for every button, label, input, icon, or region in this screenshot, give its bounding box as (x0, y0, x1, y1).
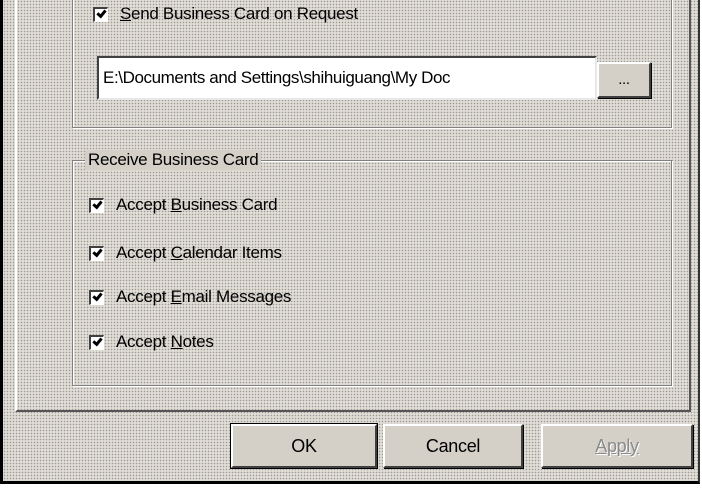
tab-page: Send Business Card on Request E:\Documen… (15, 0, 691, 412)
ok-button[interactable]: OK (230, 423, 378, 469)
check-icon (89, 245, 104, 261)
accept-notes-checkbox[interactable]: Accept Notes (89, 332, 214, 352)
accept-email-messages-checkbox[interactable]: Accept Email Messages (89, 287, 291, 307)
send-on-request-label: Send Business Card on Request (120, 4, 358, 23)
ok-label: OK (291, 435, 317, 456)
check-icon (93, 6, 108, 22)
apply-label: Apply (595, 435, 639, 456)
check-icon (89, 334, 104, 350)
browse-label: ... (618, 71, 630, 88)
check-icon (89, 289, 104, 305)
browse-button[interactable]: ... (597, 62, 651, 98)
cancel-label: Cancel (425, 435, 481, 456)
receive-group-title: Receive Business Card (85, 150, 262, 170)
accept-business-card-label: Accept Business Card (116, 195, 278, 214)
accept-calendar-items-label: Accept Calendar Items (116, 243, 282, 262)
properties-dialog: Send Business Card on Request E:\Documen… (0, 0, 700, 484)
apply-button[interactable]: Apply (541, 424, 693, 468)
accept-email-messages-label: Accept Email Messages (116, 287, 292, 306)
receive-business-card-group: Receive Business Card (72, 150, 672, 386)
send-on-request-checkbox[interactable]: Send Business Card on Request (93, 4, 358, 24)
accept-calendar-items-checkbox[interactable]: Accept Calendar Items (89, 243, 282, 263)
check-icon (89, 197, 104, 213)
accept-business-card-checkbox[interactable]: Accept Business Card (89, 195, 278, 215)
accept-notes-label: Accept Notes (116, 332, 214, 351)
business-card-path-field[interactable]: E:\Documents and Settings\shihuiguang\My… (97, 56, 597, 100)
cancel-button[interactable]: Cancel (383, 424, 523, 468)
